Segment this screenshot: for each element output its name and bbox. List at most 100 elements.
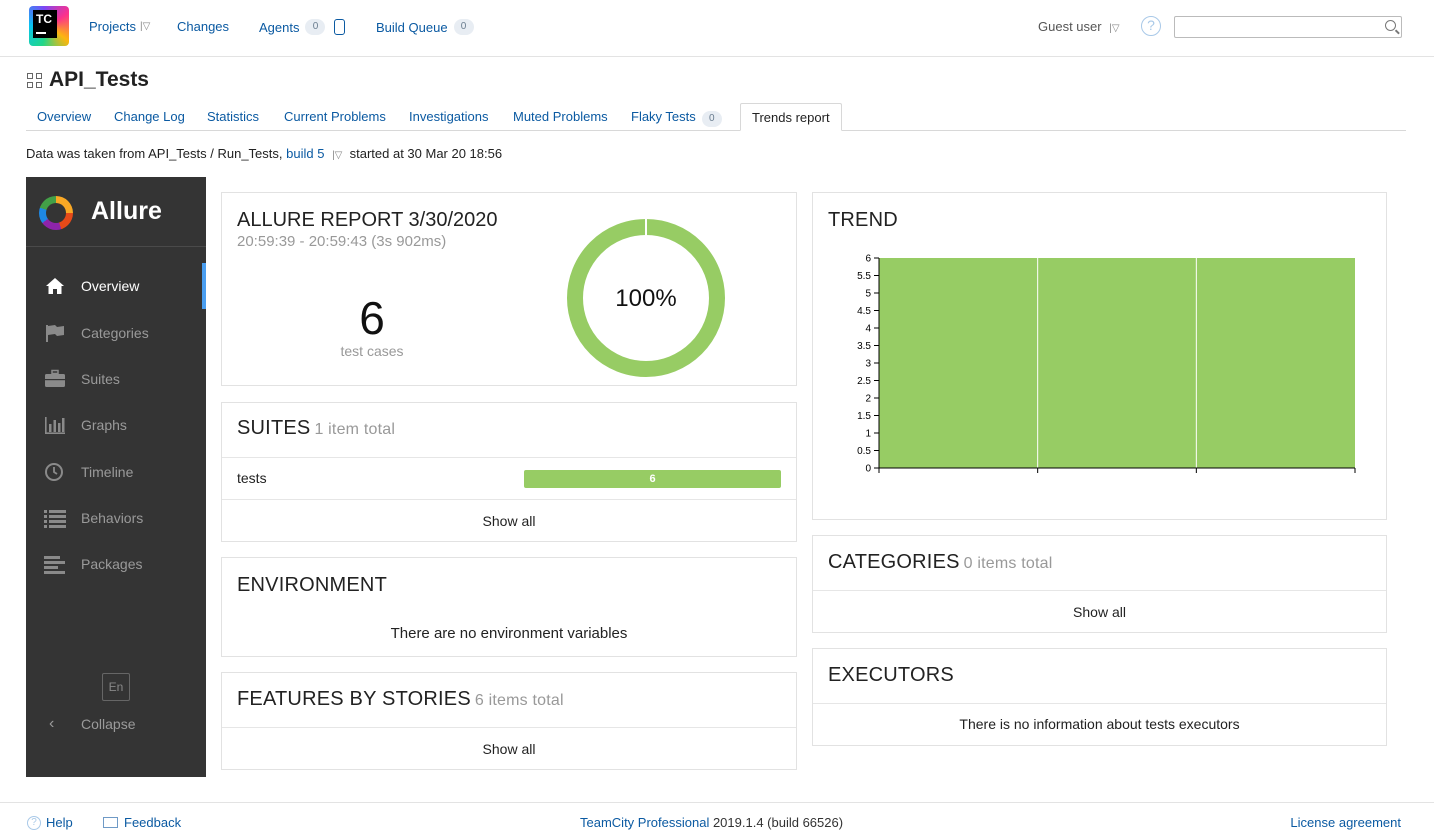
teamcity-logo[interactable]: TC: [29, 6, 69, 46]
nav-agents[interactable]: Agents 0: [259, 19, 346, 35]
divider: [222, 727, 796, 728]
align-left-icon: [44, 556, 65, 574]
trend-y-tick-label: 5.5: [857, 271, 871, 282]
environment-empty-message: There are no environment variables: [390, 625, 628, 642]
trend-title: TREND: [828, 209, 898, 231]
footer-version: TeamCity Professional 2019.1.4 (build 66…: [580, 815, 843, 830]
clock-icon: [45, 463, 63, 481]
tab-overview[interactable]: Overview: [26, 103, 102, 131]
help-icon[interactable]: ?: [1141, 16, 1161, 36]
tab-current-problems[interactable]: Current Problems: [273, 103, 397, 131]
sidebar-item-behaviors[interactable]: Behaviors: [26, 495, 206, 541]
features-by-stories-widget: FEATURES BY STORIES 6 items total Show al…: [221, 672, 797, 770]
sidebar-item-packages[interactable]: Packages: [26, 541, 206, 587]
sidebar-item-categories[interactable]: Categories: [26, 310, 206, 356]
divider: [813, 590, 1386, 591]
collapse-button[interactable]: ‹ Collapse: [26, 708, 206, 740]
table-row[interactable]: tests 6: [222, 457, 796, 499]
divider: [222, 499, 796, 500]
chevron-down-icon[interactable]: |▽: [140, 21, 150, 32]
flag-icon: [46, 325, 64, 342]
allure-report-frame: Allure Overview Categories Suites Graphs…: [26, 177, 1387, 777]
trend-widget: TREND 0 0.5 1 1.5 2 2.5 3 3.5 4 4.5 5 5.5 6: [812, 192, 1387, 520]
help-icon: ?: [27, 815, 41, 830]
suite-status-bar[interactable]: 6: [524, 470, 781, 488]
search-input[interactable]: [1174, 16, 1402, 38]
sidebar-item-suites[interactable]: Suites: [26, 356, 206, 402]
nav-build-queue[interactable]: Build Queue 0: [376, 19, 474, 35]
footer-feedback-link[interactable]: Feedback: [103, 815, 181, 830]
suites-show-all-link[interactable]: Show all: [222, 513, 796, 529]
executors-title: EXECUTORS: [828, 664, 954, 686]
trend-y-tick-label: 6: [865, 254, 871, 265]
trend-y-tick-label: 4.5: [857, 306, 871, 317]
nav-projects-label[interactable]: Projects: [89, 19, 136, 34]
home-icon: [46, 278, 64, 294]
sidebar-item-graphs[interactable]: Graphs: [26, 402, 206, 448]
tab-statistics[interactable]: Statistics: [196, 103, 270, 131]
nav-changes-label[interactable]: Changes: [177, 19, 229, 34]
sidebar-item-overview[interactable]: Overview: [26, 263, 206, 309]
suite-name[interactable]: tests: [237, 470, 267, 486]
report-summary-widget: ALLURE REPORT 3/30/2020 20:59:39 - 20:59…: [221, 192, 797, 386]
search-icon[interactable]: [1385, 20, 1396, 31]
collapse-label: Collapse: [81, 716, 136, 732]
tab-muted-problems[interactable]: Muted Problems: [502, 103, 619, 131]
chevron-down-icon[interactable]: |▽: [332, 150, 342, 161]
report-time-range: 20:59:39 - 20:59:43 (3s 902ms): [237, 233, 447, 250]
tab-investigations[interactable]: Investigations: [398, 103, 500, 131]
categories-subtitle: 0 items total: [963, 555, 1053, 572]
executors-widget: EXECUTORS There is no information about …: [812, 648, 1387, 746]
environment-widget: ENVIRONMENT There are no environment var…: [221, 557, 797, 657]
build-link[interactable]: build 5: [286, 146, 324, 161]
trend-y-tick-label: 3.5: [857, 341, 871, 352]
tab-trends-report[interactable]: Trends report: [740, 103, 842, 131]
footer-help-link[interactable]: ? Help: [27, 815, 73, 830]
version-text: 2019.1.4 (build 66526): [712, 815, 844, 830]
allure-sidebar: Allure Overview Categories Suites Graphs…: [26, 177, 206, 777]
sidebar-item-timeline[interactable]: Timeline: [26, 449, 206, 495]
data-source-text: Data was taken from API_Tests / Run_Test…: [26, 146, 283, 161]
suites-widget: SUITES 1 item total tests 6 Show all: [221, 402, 797, 542]
categories-show-all-link[interactable]: Show all: [813, 604, 1386, 620]
sidebar-item-label: Categories: [81, 325, 149, 341]
suite-passed-count: 6: [649, 473, 656, 485]
sidebar-item-label: Overview: [81, 278, 140, 294]
categories-widget: CATEGORIES 0 items total Show all: [812, 535, 1387, 633]
envelope-icon: [103, 817, 118, 828]
trend-y-tick-label: 3: [865, 359, 871, 370]
suites-subtitle: 1 item total: [314, 421, 396, 438]
language-switch[interactable]: En: [102, 673, 130, 701]
test-case-count: 6: [359, 292, 385, 344]
user-name[interactable]: Guest user: [1038, 19, 1102, 34]
sidebar-item-label: Packages: [81, 556, 143, 572]
bar-chart-icon: [45, 417, 65, 434]
features-show-all-link[interactable]: Show all: [222, 741, 796, 757]
suites-title: SUITES 1 item total: [237, 417, 396, 439]
briefcase-icon: [45, 369, 65, 387]
user-menu[interactable]: Guest user |▽: [1038, 19, 1120, 34]
agent-icon[interactable]: [334, 19, 346, 35]
features-subtitle: 6 items total: [474, 692, 564, 709]
chevron-down-icon[interactable]: |▽: [1109, 23, 1119, 34]
sidebar-item-label: Timeline: [81, 464, 134, 480]
list-icon: [44, 510, 66, 528]
tab-flaky-tests[interactable]: Flaky Tests 0: [620, 103, 733, 131]
product-link[interactable]: TeamCity Professional: [580, 815, 709, 830]
nav-projects[interactable]: Projects |▽: [89, 19, 150, 34]
sidebar-item-label: Behaviors: [81, 510, 144, 526]
nav-changes[interactable]: Changes: [177, 19, 229, 34]
trend-y-tick-label: 1: [865, 429, 871, 440]
report-title: ALLURE REPORT 3/30/2020: [237, 209, 498, 231]
agents-count-badge: 0: [305, 19, 326, 35]
sidebar-item-label: Graphs: [81, 417, 127, 433]
environment-title: ENVIRONMENT: [237, 574, 387, 596]
executors-empty-message: There is no information about tests exec…: [959, 716, 1240, 732]
trend-y-tick-label: 2.5: [857, 376, 871, 387]
tab-change-log[interactable]: Change Log: [103, 103, 196, 131]
nav-agents-label[interactable]: Agents: [259, 20, 299, 35]
license-agreement-link[interactable]: License agreement: [1290, 815, 1401, 830]
nav-build-queue-label[interactable]: Build Queue: [376, 20, 448, 35]
allure-brand[interactable]: Allure: [26, 177, 206, 247]
trend-y-tick-label: 4: [865, 324, 871, 335]
